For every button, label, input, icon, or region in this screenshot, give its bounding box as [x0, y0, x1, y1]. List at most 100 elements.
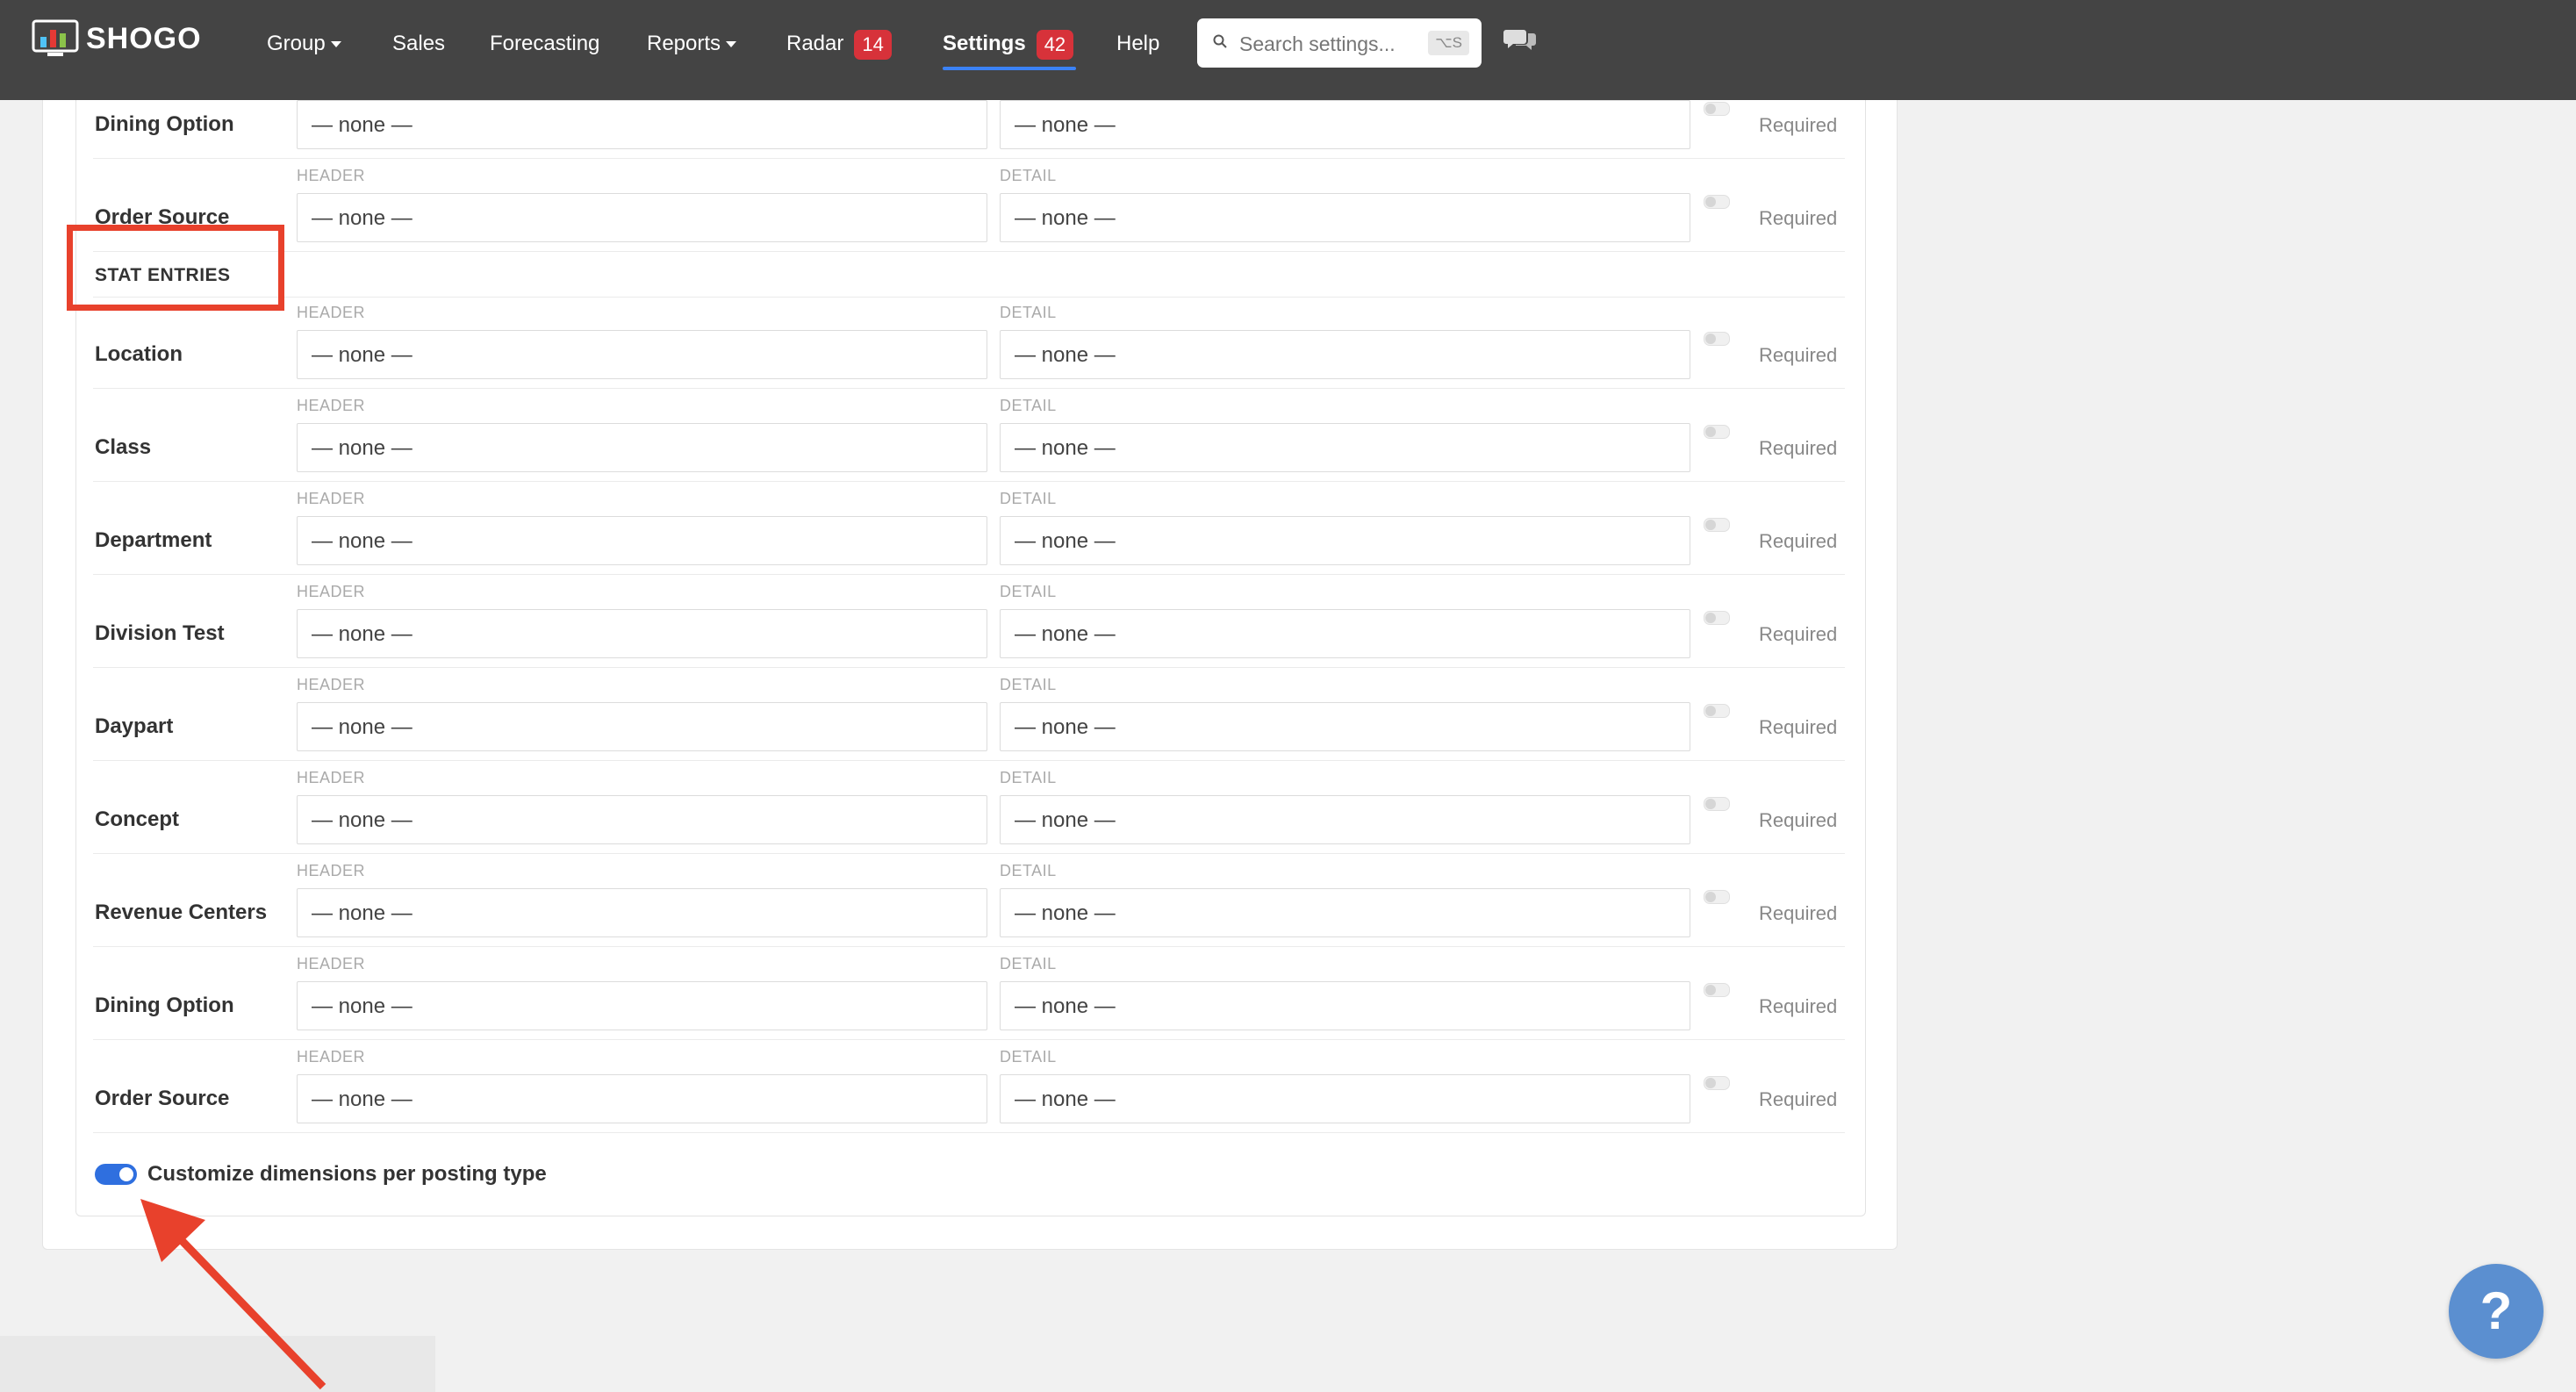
- required-label: Required: [1759, 530, 1838, 552]
- header-select[interactable]: — none —: [297, 795, 987, 844]
- bar-chart-icon: [32, 19, 79, 56]
- header-caption: HEADER: [297, 167, 366, 184]
- header-caption: HEADER: [297, 304, 366, 321]
- nav-reports-label: Reports: [647, 32, 721, 55]
- header-select[interactable]: — none —: [297, 330, 987, 379]
- required-label: Required: [1759, 207, 1838, 229]
- chat-icon[interactable]: [1503, 26, 1537, 56]
- settings-search[interactable]: ⌥S: [1197, 18, 1482, 68]
- header-caption: HEADER: [297, 397, 366, 414]
- required-toggle[interactable]: [1704, 102, 1730, 116]
- required-label: Required: [1759, 344, 1838, 366]
- detail-caption: DETAIL: [1000, 167, 1057, 184]
- header-select[interactable]: — none —: [297, 888, 987, 937]
- required-toggle[interactable]: [1704, 983, 1730, 997]
- required-toggle[interactable]: [1704, 611, 1730, 625]
- nav-settings[interactable]: Settings 42: [943, 26, 1074, 61]
- required-label: Required: [1759, 716, 1838, 738]
- nav-sales[interactable]: Sales: [392, 26, 445, 61]
- chevron-down-icon: [726, 41, 737, 48]
- header-select[interactable]: — none —: [297, 516, 987, 565]
- annotation-arrow-icon: [140, 1199, 326, 1390]
- required-label: Required: [1759, 995, 1838, 1017]
- nav-forecasting-label: Forecasting: [490, 32, 600, 55]
- detail-caption: DETAIL: [1000, 769, 1057, 786]
- detail-caption: DETAIL: [1000, 1048, 1057, 1066]
- header-select[interactable]: — none —: [297, 609, 987, 658]
- nav-sales-label: Sales: [392, 32, 446, 55]
- required-toggle[interactable]: [1704, 704, 1730, 718]
- header-caption: HEADER: [297, 490, 366, 507]
- customize-dimensions-label: Customize dimensions per posting type: [147, 1162, 547, 1186]
- required-toggle[interactable]: [1704, 890, 1730, 904]
- detail-select[interactable]: — none —: [1000, 1074, 1690, 1123]
- detail-select[interactable]: — none —: [1000, 423, 1690, 472]
- nav-group[interactable]: Group: [267, 26, 341, 61]
- row-label: Division Test: [95, 621, 225, 645]
- row-label: Daypart: [95, 714, 174, 738]
- row-label: Dining Option: [95, 112, 234, 136]
- header-caption: HEADER: [297, 676, 366, 693]
- brand-name: SHOGO: [86, 21, 202, 55]
- header-select[interactable]: — none —: [297, 981, 987, 1030]
- required-toggle[interactable]: [1704, 425, 1730, 439]
- detail-select[interactable]: — none —: [1000, 888, 1690, 937]
- brand-logo[interactable]: SHOGO: [32, 19, 202, 58]
- required-toggle[interactable]: [1704, 1076, 1730, 1090]
- header-select[interactable]: — none —: [297, 100, 987, 149]
- required-toggle[interactable]: [1704, 797, 1730, 811]
- row-label: Location: [95, 342, 183, 366]
- header-caption: HEADER: [297, 955, 366, 972]
- nav-help[interactable]: Help: [1116, 26, 1159, 61]
- search-shortcut-hint: ⌥S: [1428, 31, 1469, 55]
- row-divider: [93, 158, 1845, 159]
- detail-caption: DETAIL: [1000, 397, 1057, 414]
- section-title: STAT ENTRIES: [95, 265, 231, 285]
- required-toggle[interactable]: [1704, 195, 1730, 209]
- detail-select[interactable]: — none —: [1000, 100, 1690, 149]
- search-icon: [1213, 34, 1227, 48]
- header-select[interactable]: — none —: [297, 702, 987, 751]
- row-label: Class: [95, 435, 152, 459]
- required-toggle[interactable]: [1704, 332, 1730, 346]
- header-caption: HEADER: [297, 862, 366, 879]
- nav-forecasting[interactable]: Forecasting: [490, 26, 599, 61]
- header-select[interactable]: — none —: [297, 1074, 987, 1123]
- detail-caption: DETAIL: [1000, 676, 1057, 693]
- search-input[interactable]: [1238, 25, 1425, 62]
- toggle-switch[interactable]: [95, 1164, 137, 1185]
- top-navbar: SHOGO Group Sales Forecasting Reports Ra…: [0, 0, 2576, 100]
- header-select[interactable]: — none —: [297, 423, 987, 472]
- header-select[interactable]: — none —: [297, 193, 987, 242]
- required-label: Required: [1759, 902, 1838, 924]
- required-toggle[interactable]: [1704, 518, 1730, 532]
- detail-select[interactable]: — none —: [1000, 702, 1690, 751]
- detail-select[interactable]: — none —: [1000, 330, 1690, 379]
- detail-caption: DETAIL: [1000, 955, 1057, 972]
- row-divider: [93, 481, 1845, 482]
- row-label: Revenue Centers: [95, 900, 268, 924]
- detail-select[interactable]: — none —: [1000, 795, 1690, 844]
- nav-group-label: Group: [267, 32, 326, 55]
- detail-caption: DETAIL: [1000, 862, 1057, 879]
- chevron-down-icon: [330, 41, 341, 48]
- row-divider: [93, 853, 1845, 854]
- customize-dimensions-toggle[interactable]: Customize dimensions per posting type: [95, 1162, 547, 1187]
- row-divider: [93, 388, 1845, 389]
- active-nav-underline: [943, 67, 1076, 70]
- detail-select[interactable]: — none —: [1000, 609, 1690, 658]
- nav-radar[interactable]: Radar 14: [786, 26, 892, 61]
- detail-select[interactable]: — none —: [1000, 981, 1690, 1030]
- help-button[interactable]: ?: [2449, 1264, 2544, 1359]
- nav-help-label: Help: [1116, 32, 1160, 55]
- nav-reports[interactable]: Reports: [647, 26, 737, 61]
- detail-select[interactable]: — none —: [1000, 193, 1690, 242]
- row-divider: [93, 760, 1845, 761]
- row-divider: [93, 1039, 1845, 1040]
- section-divider: [93, 297, 1845, 298]
- header-caption: HEADER: [297, 583, 366, 600]
- row-label: Dining Option: [95, 994, 234, 1017]
- detail-select[interactable]: — none —: [1000, 516, 1690, 565]
- nav-settings-label: Settings: [943, 32, 1026, 55]
- detail-caption: DETAIL: [1000, 583, 1057, 600]
